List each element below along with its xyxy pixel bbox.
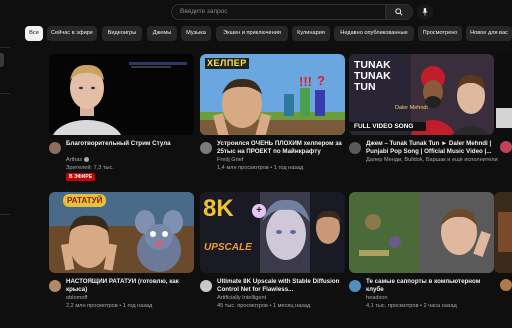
video-thumbnail-partial[interactable]: [494, 54, 512, 135]
thumbnail-caption: РАТАТУЙ: [63, 194, 107, 207]
video-thumbnail[interactable]: TUNAK TUNAK TUN Daler Mehndi FULL VIDEO …: [349, 54, 494, 135]
video-title[interactable]: Те самые саппорты в компьютерном клубе: [366, 278, 492, 294]
video-card[interactable]: Благотворительный Стрим Стула Arthas Зри…: [49, 54, 194, 190]
partial-thumbnail-image: [494, 54, 512, 135]
video-title[interactable]: Джем – Tunak Tunak Tun ► Daler Mehndi | …: [366, 140, 492, 156]
filter-chips-bar: Все Сейчас в эфире Видеоигры Джемы Музык…: [0, 26, 512, 68]
channel-avatar[interactable]: [200, 142, 212, 154]
stream-thumbnail-image: [49, 54, 194, 135]
thumbnail-banner: FULL VIDEO SONG: [349, 122, 426, 131]
thumbnail-song-title: TUNAK TUNAK TUN: [354, 59, 391, 93]
channel-name[interactable]: oblomoff: [66, 295, 87, 301]
video-title[interactable]: НАСТОЯЩИЙ РАТАТУЙ (готовлю, как крыса): [66, 278, 192, 294]
channel-avatar[interactable]: [49, 142, 61, 154]
chips-scroll-left-edge: [0, 53, 4, 67]
channel-avatar[interactable]: [200, 280, 212, 292]
chip-jams[interactable]: Джемы: [147, 26, 177, 41]
search-input[interactable]: Введите запрос: [171, 4, 385, 20]
video-card[interactable]: Те самые саппорты в компьютерном клубе h…: [349, 192, 494, 328]
game-club-thumbnail-image: [349, 192, 494, 273]
video-stats: 1,4 млн просмотров • 1 год назад: [217, 165, 304, 171]
chip-cooking[interactable]: Кулинария: [292, 26, 330, 41]
chip-action-adventure[interactable]: Экшен и приключения: [216, 26, 288, 41]
channel-name[interactable]: Artificially Intelligent: [217, 295, 266, 301]
channel-name[interactable]: headson: [366, 295, 387, 301]
chip-all[interactable]: Все: [25, 26, 43, 41]
chip-live[interactable]: Сейчас в эфире: [47, 26, 97, 41]
channel-name-text: Arthas: [66, 157, 83, 163]
video-thumbnail[interactable]: !!! ? ХЕЛПЕР: [200, 54, 345, 135]
video-thumbnail-partial[interactable]: [494, 192, 512, 273]
video-stats: 45 тыс. просмотров • 1 месяц назад: [217, 303, 311, 309]
channel-avatar[interactable]: [49, 280, 61, 292]
chip-recently-uploaded[interactable]: Недавно опубликованные: [334, 26, 414, 41]
channel-avatar[interactable]: [349, 142, 361, 154]
video-title[interactable]: Устроился ОЧЕНЬ ПЛОХИМ хелпером за 25тыс…: [217, 140, 343, 156]
chip-new-for-you[interactable]: Новое для вас: [466, 26, 512, 41]
mic-icon: [422, 8, 428, 16]
video-stats: Зрителей: 7,3 тыс.: [66, 165, 114, 171]
channel-avatar-partial[interactable]: [500, 141, 512, 153]
svg-text:!!!: !!!: [299, 74, 312, 89]
sidebar-divider: [0, 47, 10, 48]
chip-watched[interactable]: Просмотрено: [418, 26, 462, 41]
svg-text:?: ?: [317, 73, 325, 88]
thumbnail-plus: +: [252, 204, 266, 218]
sidebar-divider: [0, 214, 10, 215]
channel-name[interactable]: Fredj Grief: [217, 157, 243, 163]
live-badge: В ЭФИРЕ: [66, 173, 96, 181]
thumbnail-artist: Daler Mehndi: [395, 105, 428, 111]
voice-search-button[interactable]: [417, 4, 433, 20]
thumbnail-caption: ХЕЛПЕР: [205, 58, 249, 69]
thumbnail-big-text: 8K: [203, 195, 234, 222]
verified-icon: [84, 157, 90, 163]
chip-music[interactable]: Музыка: [181, 26, 211, 41]
channel-avatar[interactable]: [349, 280, 361, 292]
video-thumbnail[interactable]: 8K + UPSCALE: [200, 192, 345, 273]
video-title[interactable]: Ultimate 8K Upscale with Stable Diffusio…: [217, 278, 343, 294]
video-thumbnail[interactable]: РАТАТУЙ: [49, 192, 194, 273]
partial-thumbnail-image: [494, 192, 512, 273]
video-title[interactable]: Благотворительный Стрим Стула: [66, 140, 192, 148]
video-card[interactable]: 8K + UPSCALE Ultimate 8K Upscale with St…: [200, 192, 345, 328]
video-card[interactable]: TUNAK TUNAK TUN Daler Mehndi FULL VIDEO …: [349, 54, 498, 190]
search-button[interactable]: [385, 4, 413, 20]
chip-video-games[interactable]: Видеоигры: [102, 26, 142, 41]
channel-name[interactable]: Далер Менди, Bulldok, Баршак и ещё испол…: [366, 157, 498, 163]
video-card[interactable]: РАТАТУЙ НАСТОЯЩИЙ РАТАТУЙ (готовлю, как …: [49, 192, 194, 328]
video-thumbnail[interactable]: [49, 54, 194, 135]
channel-name[interactable]: Arthas: [66, 157, 90, 163]
video-thumbnail[interactable]: [349, 192, 494, 273]
sidebar-divider: [0, 93, 10, 94]
video-stats: 4,1 тыс. просмотров • 2 часа назад: [366, 303, 457, 309]
video-card[interactable]: !!! ? ХЕЛПЕР Устроился ОЧЕНЬ ПЛОХИМ хелп…: [200, 54, 345, 190]
search-icon: [395, 8, 403, 16]
video-stats: 2,2 млн просмотров • 1 год назад: [66, 303, 153, 309]
search-bar: Введите запрос: [171, 4, 415, 20]
channel-avatar-partial[interactable]: [500, 279, 512, 291]
thumbnail-sub-text: UPSCALE: [204, 242, 252, 253]
